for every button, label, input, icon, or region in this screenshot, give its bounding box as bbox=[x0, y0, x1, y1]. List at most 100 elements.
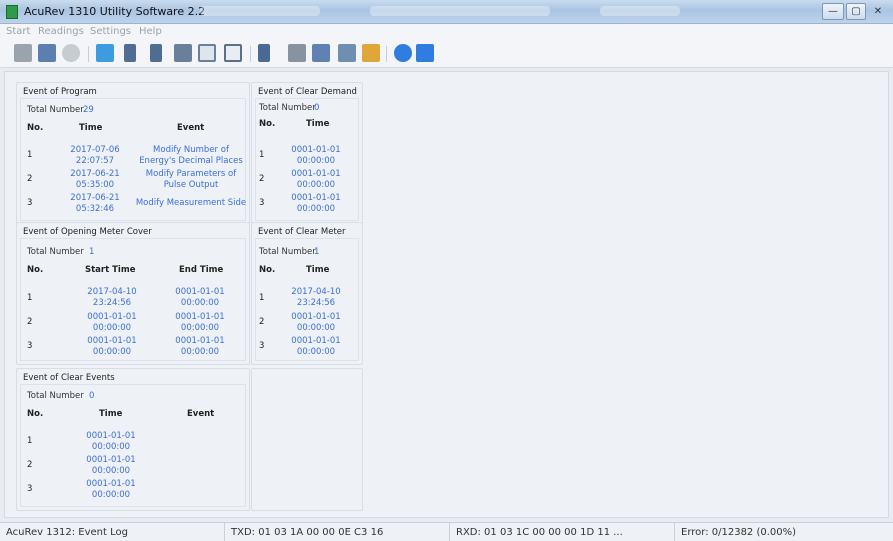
toolbar-separator bbox=[386, 46, 387, 62]
panel-event-of-clear-demand: Event of Clear Demand Total Number 0 No.… bbox=[251, 82, 363, 225]
header-event: Event bbox=[187, 409, 215, 419]
row-number: 2 bbox=[27, 317, 33, 327]
calendar-icon[interactable] bbox=[198, 44, 216, 62]
total-number-value: 1 bbox=[314, 247, 320, 257]
event-time: 0001-01-01 00:00:00 bbox=[291, 169, 341, 190]
row-number: 2 bbox=[27, 460, 33, 470]
row-number: 2 bbox=[259, 317, 265, 327]
event-time: 0001-01-01 00:00:00 bbox=[86, 479, 136, 500]
event-time: 2017-06-21 05:35:00 bbox=[70, 169, 120, 190]
header-no: No. bbox=[27, 123, 44, 133]
window-title: AcuRev 1310 Utility Software 2.2 bbox=[24, 5, 206, 18]
event-description: Modify Measurement Side bbox=[135, 198, 247, 208]
title-bar-blur bbox=[200, 6, 320, 16]
disconnect-icon[interactable] bbox=[38, 44, 56, 62]
total-number-value: 0 bbox=[89, 391, 95, 401]
panel-event-of-clear-meter: Event of Clear Meter Total Number 1 No. … bbox=[251, 222, 363, 365]
row-number: 1 bbox=[27, 293, 33, 303]
event-time: 0001-01-01 00:00:00 bbox=[86, 431, 136, 452]
total-number-label: Total Number bbox=[27, 247, 84, 257]
row-number: 1 bbox=[27, 436, 33, 446]
device-icon[interactable] bbox=[258, 44, 270, 62]
header-time: Time bbox=[306, 265, 330, 275]
start-time: 0001-01-01 00:00:00 bbox=[87, 336, 137, 357]
toolbar bbox=[0, 40, 893, 68]
header-end-time: End Time bbox=[179, 265, 224, 275]
row-number: 3 bbox=[27, 198, 33, 208]
total-number-label: Total Number bbox=[259, 103, 316, 113]
tools-icon[interactable] bbox=[288, 44, 306, 62]
event-description: Modify Number of Energy's Decimal Places bbox=[139, 145, 243, 166]
panel-title: Event of Clear Demand bbox=[258, 87, 357, 97]
row-number: 3 bbox=[259, 198, 265, 208]
header-no: No. bbox=[27, 265, 44, 275]
menu-help[interactable]: Help bbox=[139, 26, 162, 37]
energy-readings-icon[interactable] bbox=[150, 44, 162, 62]
header-start-time: Start Time bbox=[85, 265, 136, 275]
event-log-view: Event of Program Total Number 29 No. Tim… bbox=[4, 71, 889, 518]
row-number: 1 bbox=[259, 293, 265, 303]
event-time: 0001-01-01 00:00:00 bbox=[291, 336, 341, 357]
end-time: 0001-01-01 00:00:00 bbox=[175, 312, 225, 333]
panel-event-of-opening-meter-cover: Event of Opening Meter Cover Total Numbe… bbox=[16, 222, 250, 365]
menu-readings[interactable]: Readings bbox=[38, 26, 84, 37]
total-number-label: Total Number bbox=[27, 105, 84, 115]
event-time: 2017-06-21 05:32:46 bbox=[70, 193, 120, 214]
chart-icon[interactable] bbox=[96, 44, 114, 62]
status-device: AcuRev 1312: Event Log bbox=[0, 523, 225, 541]
title-bar-blur bbox=[600, 6, 680, 16]
header-event: Event bbox=[177, 123, 205, 133]
toolbar-separator bbox=[250, 46, 251, 62]
menu-settings[interactable]: Settings bbox=[90, 26, 131, 37]
status-txd: TXD: 01 03 1A 00 00 0E C3 16 bbox=[225, 523, 450, 541]
event-time: 0001-01-01 00:00:00 bbox=[291, 145, 341, 166]
export-icon[interactable] bbox=[362, 44, 380, 62]
event-log-icon[interactable] bbox=[338, 44, 356, 62]
total-number-value: 29 bbox=[83, 105, 94, 115]
app-icon bbox=[6, 5, 18, 19]
header-no: No. bbox=[259, 265, 276, 275]
menu-start[interactable]: Start bbox=[6, 26, 30, 37]
status-bar: AcuRev 1312: Event Log TXD: 01 03 1A 00 … bbox=[0, 522, 893, 541]
row-number: 1 bbox=[27, 150, 33, 160]
connect-icon[interactable] bbox=[14, 44, 32, 62]
info-icon[interactable] bbox=[416, 44, 434, 62]
title-bar-blur bbox=[370, 6, 550, 16]
calendar-grid-icon[interactable] bbox=[224, 44, 242, 62]
row-number: 2 bbox=[259, 174, 265, 184]
status-error: Error: 0/12382 (0.00%) bbox=[681, 527, 797, 538]
total-number-value: 1 bbox=[89, 247, 95, 257]
panel-title: Event of Opening Meter Cover bbox=[23, 227, 152, 237]
panel-event-of-clear-events: Event of Clear Events Total Number 0 No.… bbox=[16, 368, 250, 511]
header-time: Time bbox=[306, 119, 330, 129]
header-time: Time bbox=[79, 123, 103, 133]
event-time: 2017-04-10 23:24:56 bbox=[291, 287, 341, 308]
end-time: 0001-01-01 00:00:00 bbox=[175, 336, 225, 357]
header-time: Time bbox=[99, 409, 123, 419]
maximize-button[interactable]: ▢ bbox=[846, 3, 866, 20]
event-description: Modify Parameters of Pulse Output bbox=[145, 169, 237, 190]
row-number: 3 bbox=[27, 341, 33, 351]
minimize-button[interactable]: — bbox=[822, 3, 844, 20]
toolbar-separator bbox=[88, 46, 89, 62]
event-time: 0001-01-01 00:00:00 bbox=[291, 312, 341, 333]
header-no: No. bbox=[27, 409, 44, 419]
end-time: 0001-01-01 00:00:00 bbox=[175, 287, 225, 308]
start-time: 2017-04-10 23:24:56 bbox=[87, 287, 137, 308]
event-time: 0001-01-01 00:00:00 bbox=[291, 193, 341, 214]
row-number: 2 bbox=[27, 174, 33, 184]
help-icon[interactable] bbox=[394, 44, 412, 62]
event-time: 0001-01-01 00:00:00 bbox=[86, 455, 136, 476]
row-number: 3 bbox=[259, 341, 265, 351]
menu-bar: Start Readings Settings Help bbox=[0, 24, 893, 40]
total-number-value: 0 bbox=[314, 103, 320, 113]
panel-event-of-program: Event of Program Total Number 29 No. Tim… bbox=[16, 82, 250, 225]
settings-gear-icon[interactable] bbox=[62, 44, 80, 62]
io-icon[interactable] bbox=[312, 44, 330, 62]
event-time: 2017-07-06 22:07:57 bbox=[70, 145, 120, 166]
meter-readings-icon[interactable] bbox=[124, 44, 136, 62]
close-button[interactable]: ✕ bbox=[868, 3, 888, 20]
save-icon[interactable] bbox=[174, 44, 192, 62]
panel-title: Event of Program bbox=[23, 87, 97, 97]
panel-title: Event of Clear Meter bbox=[258, 227, 346, 237]
